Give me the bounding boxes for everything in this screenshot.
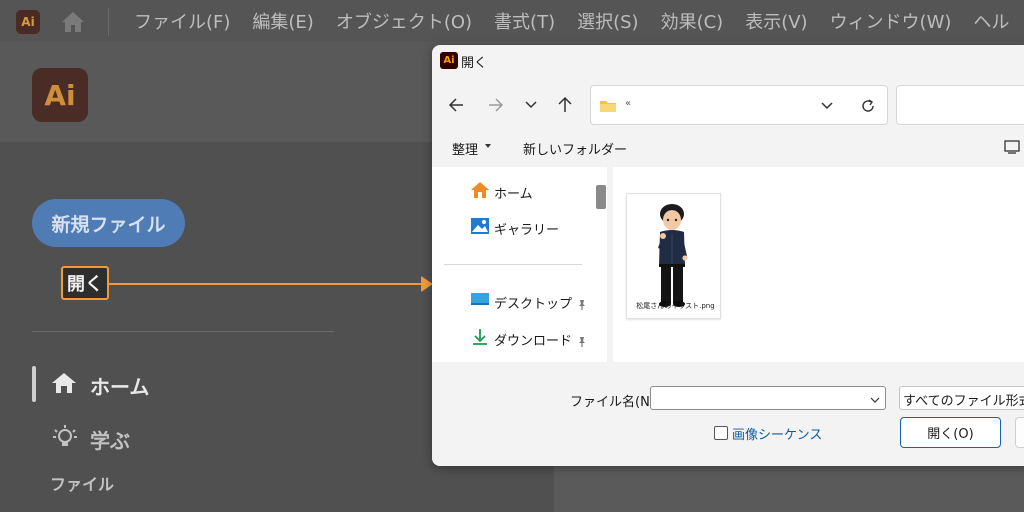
menu-window[interactable]: ウィンドウ(W) (830, 8, 952, 34)
menu-view[interactable]: 表示(V) (745, 8, 807, 34)
navigation-pane: ホーム ギャラリー デスクトップ ダウンロード (432, 167, 607, 362)
character-illustration-thumbnail (627, 194, 720, 318)
dialog-footer: ファイル名(N): すべてのファイル形式 ( 画像シーケンス 開く(O) (432, 362, 1024, 466)
view-options-icon[interactable] (1004, 139, 1020, 155)
menu-type[interactable]: 書式(T) (494, 8, 555, 34)
recent-dropdown-icon[interactable] (521, 95, 541, 115)
menu-object[interactable]: オブジェクト(O) (336, 8, 472, 34)
pin-icon[interactable] (576, 333, 588, 347)
nav-pane-item-gallery[interactable]: ギャラリー (470, 217, 559, 239)
image-sequence-label[interactable]: 画像シーケンス (732, 424, 822, 443)
menu-edit[interactable]: 編集(E) (252, 8, 313, 34)
nav-item-learn[interactable]: 学ぶ (52, 424, 130, 455)
file-type-select[interactable]: すべてのファイル形式 ( (899, 386, 1024, 410)
new-folder-button[interactable]: 新しいフォルダー (523, 139, 627, 158)
nav-pane-label: ダウンロード (494, 333, 573, 349)
cancel-button[interactable] (1015, 417, 1024, 448)
nav-pane-item-desktop[interactable]: デスクトップ (470, 291, 572, 313)
pin-icon[interactable] (576, 296, 588, 310)
nav-item-home[interactable]: ホーム (50, 371, 149, 400)
nav-home-label: ホーム (90, 375, 150, 399)
home-icon (50, 371, 78, 400)
gallery-icon (470, 217, 490, 239)
menu-file[interactable]: ファイル(F) (134, 8, 230, 34)
panel-divider (32, 331, 334, 332)
open-file-button[interactable]: 開く(O) (900, 417, 1001, 448)
folder-icon (599, 98, 617, 112)
nav-pane-label: ギャラリー (494, 222, 560, 238)
illustrator-logo: Ai (32, 68, 88, 122)
image-sequence-checkbox[interactable] (714, 426, 728, 440)
dialog-title: 開く (461, 56, 488, 71)
menu-effect[interactable]: 効果(C) (661, 8, 724, 34)
lightbulb-icon (52, 424, 78, 455)
chevron-down-icon[interactable] (869, 391, 881, 410)
dialog-navigation: « (432, 81, 1024, 127)
illustrator-app-icon: Ai (440, 52, 458, 69)
download-icon (470, 328, 490, 350)
active-indicator (32, 366, 36, 402)
illustrator-app-icon[interactable]: Ai (16, 10, 40, 34)
desktop-icon (470, 292, 490, 312)
refresh-icon[interactable] (859, 97, 877, 115)
nav-section-files: ファイル (50, 475, 115, 494)
command-bar: 整理 新しいフォルダー (432, 129, 1024, 165)
nav-pane-label: デスクトップ (494, 296, 573, 312)
home-icon[interactable] (60, 10, 86, 34)
chevron-down-icon[interactable] (819, 98, 835, 114)
file-name-label: ファイル名(N): (570, 395, 660, 410)
nav-pane-item-downloads[interactable]: ダウンロード (470, 328, 572, 350)
caret-down-icon (485, 144, 491, 148)
back-arrow-icon[interactable] (446, 95, 466, 115)
nav-pane-label: ホーム (494, 186, 533, 202)
menu-items: ファイル(F) 編集(E) オブジェクト(O) 書式(T) 選択(S) 効果(C… (134, 0, 1009, 42)
menu-select[interactable]: 選択(S) (577, 8, 638, 34)
organize-button[interactable]: 整理 (452, 139, 478, 158)
nav-pane-scrollbar[interactable] (596, 185, 606, 209)
open-button[interactable]: 開く (61, 266, 109, 300)
home-icon (470, 181, 490, 203)
nav-pane-separator (444, 264, 582, 265)
menu-help[interactable]: ヘル (973, 8, 1009, 34)
open-file-dialog: Ai 開く « 整理 新しいフォルダー ホーム ギャラリー デスクトップ ダウン… (432, 45, 1024, 466)
nav-learn-label: 学ぶ (90, 429, 130, 453)
file-list: 松尾さんのイラスト.png (613, 167, 1024, 362)
menu-separator (108, 8, 109, 36)
callout-arrow-line (109, 283, 423, 285)
address-path: « (625, 98, 632, 109)
dialog-titlebar: Ai 開く (432, 45, 1024, 77)
up-arrow-icon[interactable] (555, 95, 575, 115)
nav-pane-item-home[interactable]: ホーム (470, 181, 533, 203)
file-name-field[interactable] (650, 386, 886, 410)
forward-arrow-icon[interactable] (486, 95, 506, 115)
file-item-name[interactable]: 松尾さんのイラスト.png (613, 301, 738, 311)
search-input[interactable] (896, 85, 1024, 125)
address-bar[interactable]: « (590, 85, 888, 125)
menu-bar: Ai ファイル(F) 編集(E) オブジェクト(O) 書式(T) 選択(S) 効… (0, 0, 1024, 42)
new-file-button[interactable]: 新規ファイル (32, 199, 185, 247)
